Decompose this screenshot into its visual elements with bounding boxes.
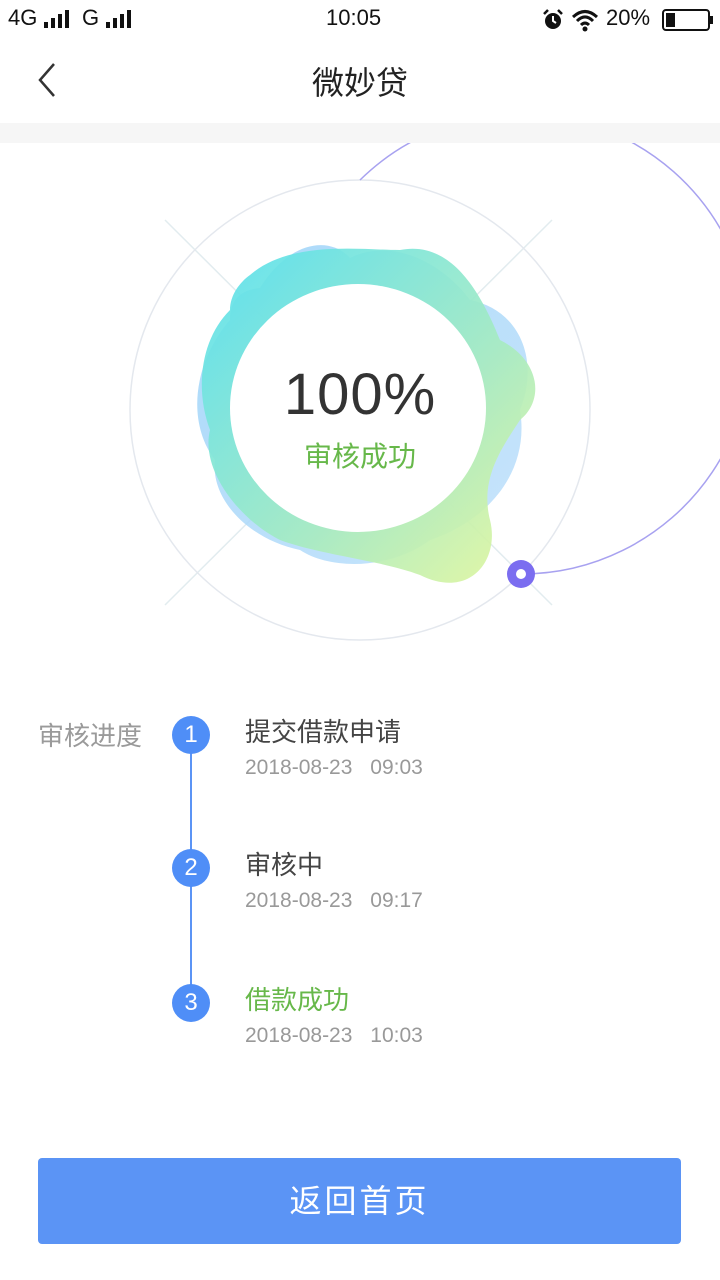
network-type-g: G: [82, 5, 100, 30]
step-date: 2018-08-23: [245, 1024, 353, 1047]
step-name: 借款成功: [245, 986, 350, 1016]
step-number-badge: 3: [172, 984, 210, 1022]
network-type-4g: 4G: [8, 5, 38, 30]
step-number-badge: 1: [172, 716, 210, 754]
review-status-label: 审核成功: [303, 440, 416, 473]
step-clock: 09:17: [370, 889, 423, 912]
step-timestamp: 2018-08-23 09:17: [245, 889, 423, 913]
section-divider: [0, 123, 720, 143]
status-bar: 4G G 10:05 20%: [0, 0, 720, 40]
progress-hero: 100% 审核成功: [0, 143, 720, 683]
step-name: 审核中: [245, 851, 324, 881]
back-to-home-button[interactable]: 返回首页: [38, 1158, 681, 1244]
step-date: 2018-08-23: [245, 756, 353, 779]
battery-percent: 20%: [606, 5, 651, 30]
alarm-icon: [543, 9, 563, 29]
step-number-badge: 2: [172, 849, 210, 887]
review-progress: 审核进度 1 提交借款申请 2018-08-23 09:03 2 审核中 201…: [0, 700, 720, 1080]
timeline-step: 1 提交借款申请 2018-08-23 09:03: [0, 700, 720, 800]
step-timestamp: 2018-08-23 10:03: [245, 1024, 423, 1048]
step-name: 提交借款申请: [245, 718, 402, 748]
navigation-bar: 微妙贷: [0, 40, 720, 122]
signal-icon: [44, 10, 69, 28]
page-title: 微妙贷: [311, 64, 408, 102]
timeline-step: 3 借款成功 2018-08-23 10:03: [0, 968, 720, 1068]
step-clock: 09:03: [370, 756, 423, 779]
step-date: 2018-08-23: [245, 889, 353, 912]
step-timestamp: 2018-08-23 09:03: [245, 756, 423, 780]
timeline-step: 2 审核中 2018-08-23 09:17: [0, 833, 720, 933]
clock: 10:05: [326, 5, 382, 30]
step-clock: 10:03: [370, 1024, 423, 1047]
wifi-icon: [571, 10, 599, 32]
battery-icon: [662, 9, 713, 31]
signal-icon: [106, 10, 131, 28]
progress-percent: 100%: [283, 362, 437, 427]
